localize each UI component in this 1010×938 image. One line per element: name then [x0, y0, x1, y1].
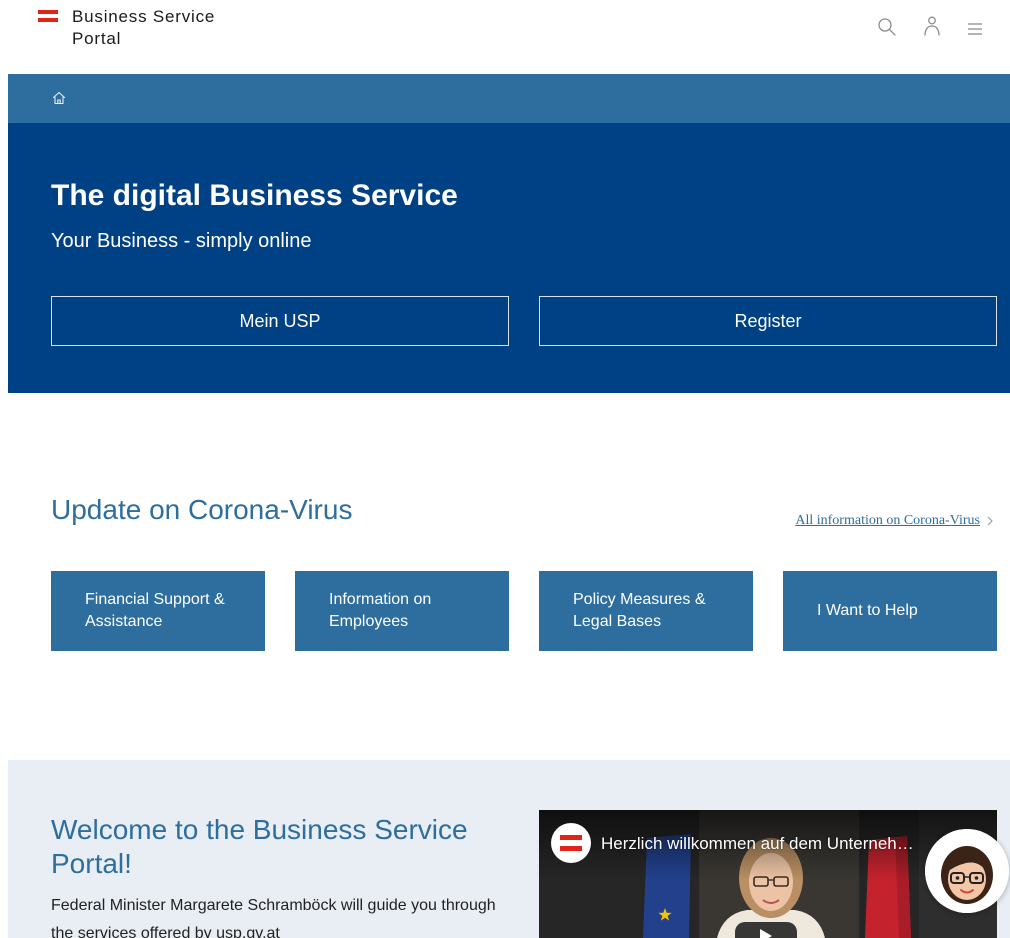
welcome-text: Federal Minister Margarete Schramböck wi…	[51, 897, 496, 938]
home-icon-graphic	[52, 91, 66, 105]
user-icon[interactable]	[923, 16, 941, 36]
tile-label: Policy Measures & Legal Bases	[573, 591, 706, 630]
corona-tiles: Financial Support & Assistance Informati…	[51, 571, 997, 651]
site-header: Business Service Portal	[0, 0, 1010, 74]
tile-want-to-help[interactable]: I Want to Help	[783, 571, 997, 651]
search-icon-graphic	[878, 18, 896, 36]
logo-line-1: Business Service	[72, 7, 216, 26]
tile-label: Information on Employees	[329, 591, 432, 630]
menu-icon[interactable]	[967, 23, 983, 35]
search-icon[interactable]	[877, 17, 897, 37]
video-title[interactable]: Herzlich willkommen auf dem Unterneh…	[601, 834, 914, 854]
corona-section-heading: Update on Corona-Virus	[51, 494, 353, 525]
welcome-section: Welcome to the Business Service Portal! …	[8, 760, 1010, 938]
tile-policy-measures[interactable]: Policy Measures & Legal Bases	[539, 571, 753, 651]
page: Business Service Portal The digital Busi…	[0, 0, 1010, 938]
hero-title: The digital Business Service	[51, 179, 458, 212]
austria-flag-logo-icon	[38, 10, 58, 22]
logo-line-2: Portal	[72, 29, 122, 48]
tile-financial-support[interactable]: Financial Support & Assistance	[51, 571, 265, 651]
channel-logo-bar-bottom	[560, 846, 582, 851]
assistant-avatar-icon[interactable]	[925, 829, 1009, 913]
tile-label: I Want to Help	[817, 602, 918, 619]
logo-bar-top	[38, 10, 58, 14]
menu-icon-graphic	[968, 23, 982, 35]
play-triangle	[760, 929, 772, 938]
all-corona-info-link[interactable]: All information on Corona-Virus	[795, 512, 993, 530]
channel-logo-bar-top	[560, 835, 582, 840]
logo-bar-bottom	[38, 18, 58, 22]
home-icon[interactable]	[52, 91, 66, 105]
play-icon[interactable]	[735, 922, 797, 938]
hero-banner: The digital Business Service Your Busine…	[8, 123, 1010, 393]
user-icon-graphic	[924, 16, 940, 36]
channel-logo-icon[interactable]	[551, 823, 591, 863]
site-logo[interactable]: Business Service Portal	[38, 6, 215, 50]
mein-usp-button[interactable]: Mein USP	[51, 296, 509, 346]
breadcrumb	[8, 74, 1010, 123]
register-button[interactable]: Register	[539, 296, 997, 346]
logo-text: Business Service Portal	[72, 6, 215, 50]
tile-label: Financial Support & Assistance	[85, 591, 225, 630]
hero-subtitle: Your Business - simply online	[51, 230, 312, 252]
tile-information-employees[interactable]: Information on Employees	[295, 571, 509, 651]
all-corona-info-link-label[interactable]: All information on Corona-Virus	[795, 512, 980, 530]
welcome-heading: Welcome to the Business Service Portal!	[51, 814, 468, 879]
chevron-right-icon	[987, 516, 993, 526]
assistant-avatar-graphic	[925, 829, 1009, 913]
